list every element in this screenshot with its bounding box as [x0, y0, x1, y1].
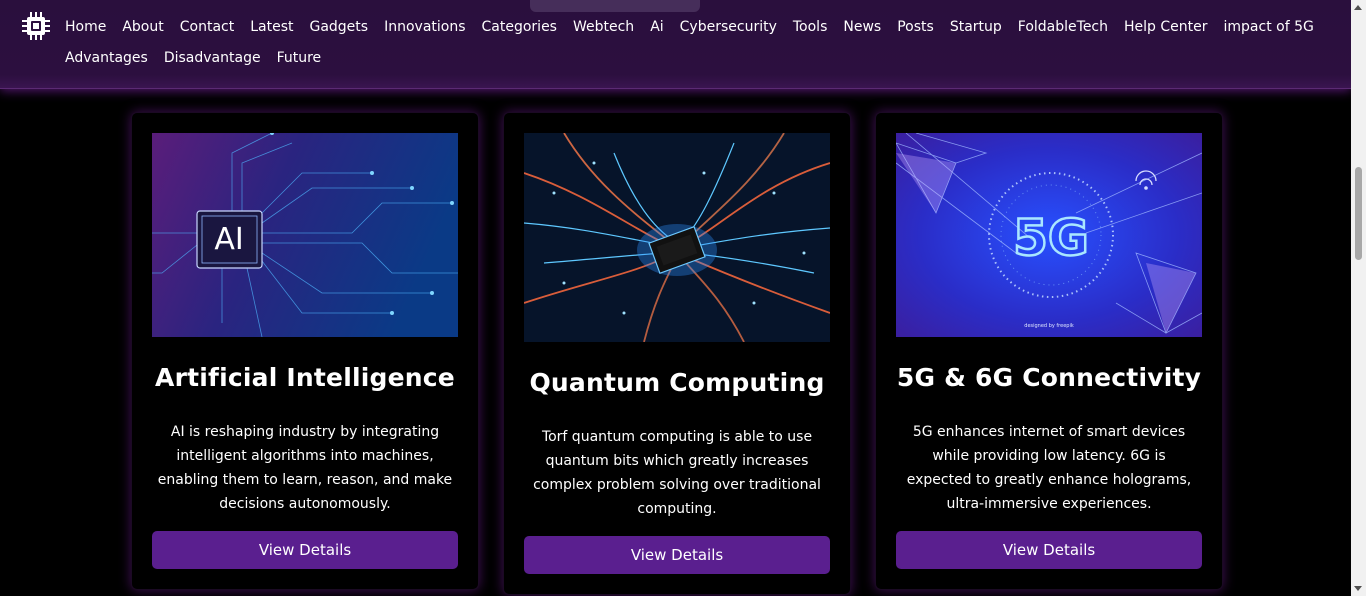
nav-links: Home About Contact Latest Gadgets Innova… [57, 12, 1337, 74]
nav-link-webtech[interactable]: Webtech [565, 12, 642, 43]
card-artificial-intelligence: AI Artificial Intelligence AI is reshapi… [131, 112, 479, 590]
nav-link-about[interactable]: About [114, 12, 171, 43]
nav-link-help-center[interactable]: Help Center [1116, 12, 1216, 43]
card-title: Quantum Computing [529, 368, 825, 397]
nav-link-tools[interactable]: Tools [785, 12, 836, 43]
nav-link-impact-of-5g[interactable]: impact of 5G [1216, 12, 1322, 43]
ai-chip-image: AI [152, 133, 458, 337]
card-description: Torf quantum computing is able to use qu… [533, 429, 821, 517]
card-title: Artificial Intelligence [155, 363, 455, 392]
card-description: 5G enhances internet of smart devices wh… [906, 424, 1192, 512]
nav-link-advantages[interactable]: Advantages [57, 43, 156, 74]
view-details-button[interactable]: View Details [896, 531, 1202, 569]
chip-logo-icon[interactable] [20, 10, 52, 42]
nav-link-latest[interactable]: Latest [242, 12, 301, 43]
nav-link-contact[interactable]: Contact [172, 12, 242, 43]
image-credit: designed by freepik [1024, 323, 1074, 329]
nav-link-disadvantage[interactable]: Disadvantage [156, 43, 269, 74]
nav-link-home[interactable]: Home [57, 12, 114, 43]
nav-link-categories[interactable]: Categories [474, 12, 565, 43]
quantum-chip-image [524, 133, 830, 342]
vertical-scrollbar[interactable] [1351, 0, 1366, 596]
top-navbar: Home About Contact Latest Gadgets Innova… [0, 0, 1351, 89]
nav-link-news[interactable]: News [835, 12, 889, 43]
scroll-up-arrow-icon[interactable] [1354, 5, 1362, 10]
scroll-down-arrow-icon[interactable] [1354, 586, 1362, 591]
card-5g-6g-connectivity: 5G designed by freepik 5G & 6G Connectiv… [875, 112, 1223, 590]
nav-link-cybersecurity[interactable]: Cybersecurity [672, 12, 785, 43]
nav-link-posts[interactable]: Posts [889, 12, 942, 43]
card-description: AI is reshaping industry by integrating … [157, 424, 453, 512]
5g-network-image: 5G designed by freepik [896, 133, 1202, 337]
nav-link-innovations[interactable]: Innovations [376, 12, 473, 43]
card-title: 5G & 6G Connectivity [896, 363, 1202, 392]
card-quantum-computing: Quantum Computing Torf quantum computing… [503, 112, 851, 595]
nav-link-ai[interactable]: Ai [642, 12, 671, 43]
scroll-thumb[interactable] [1355, 167, 1362, 260]
nav-background-fade [530, 0, 700, 12]
5g-image-label: 5G [1013, 209, 1089, 267]
nav-link-gadgets[interactable]: Gadgets [301, 12, 376, 43]
ai-image-label: AI [214, 222, 243, 257]
nav-link-startup[interactable]: Startup [942, 12, 1010, 43]
nav-link-future[interactable]: Future [269, 43, 330, 74]
nav-link-foldabletech[interactable]: FoldableTech [1010, 12, 1116, 43]
view-details-button[interactable]: View Details [152, 531, 458, 569]
view-details-button[interactable]: View Details [524, 536, 830, 574]
